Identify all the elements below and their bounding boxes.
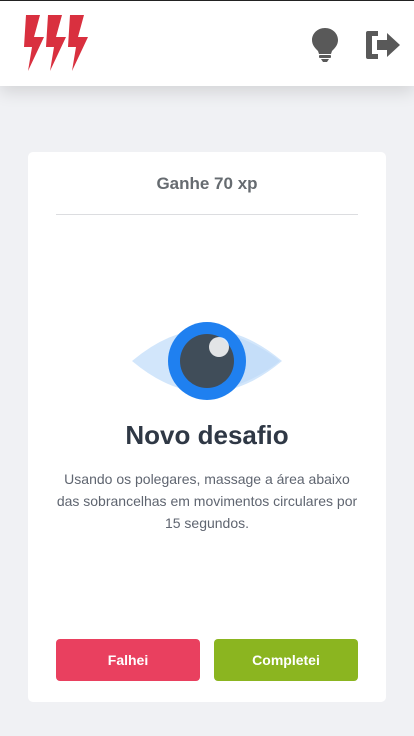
complete-button[interactable]: Completei bbox=[214, 639, 358, 681]
challenge-card: Ganhe 70 xp Novo desafio Usando os poleg… bbox=[28, 152, 386, 702]
divider bbox=[56, 214, 358, 215]
xp-reward-label: Ganhe 70 xp bbox=[156, 174, 258, 193]
challenge-description: Usando os polegares, massage a área abai… bbox=[56, 471, 358, 531]
eye-icon bbox=[132, 322, 282, 400]
logout-icon[interactable] bbox=[364, 29, 402, 61]
top-bar bbox=[0, 0, 414, 86]
lightning-bolts-logo bbox=[24, 15, 88, 71]
fail-button[interactable]: Falhei bbox=[56, 639, 200, 681]
lightbulb-icon[interactable] bbox=[310, 27, 340, 63]
challenge-title: Novo desafio bbox=[125, 420, 289, 450]
